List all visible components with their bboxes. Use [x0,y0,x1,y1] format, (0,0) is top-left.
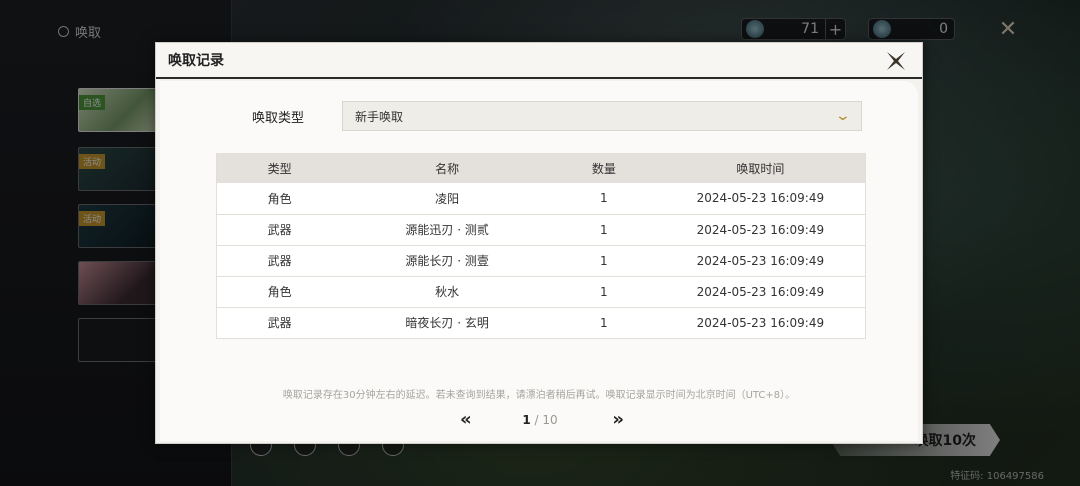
cell-name: 源能长刃 · 测壹 [342,245,552,277]
convene-history-dialog: 唤取记录 唤取类型 新手唤取 ⌄ 类型 名称 数量 唤取时间 角色 凌阳 1 2… [155,42,923,444]
page-indicator: 1 / 10 [522,413,557,427]
table-row: 武器 源能长刃 · 测壹 1 2024-05-23 16:09:49 [216,245,866,277]
column-header-time: 唤取时间 [655,153,866,183]
table-row: 角色 凌阳 1 2024-05-23 16:09:49 [216,183,866,215]
cell-time: 2024-05-23 16:09:49 [655,276,866,308]
cell-time: 2024-05-23 16:09:49 [655,245,866,277]
cell-type: 武器 [216,214,343,246]
cell-quantity: 1 [551,245,656,277]
table-row: 角色 秋水 1 2024-05-23 16:09:49 [216,276,866,308]
total-pages: 10 [542,412,558,427]
column-header-name: 名称 [342,153,552,183]
cell-name: 源能迅刃 · 测贰 [342,214,552,246]
dialog-title: 唤取记录 [168,53,224,69]
page-separator: / [530,412,543,427]
cell-name: 秋水 [342,276,552,308]
dialog-header: 唤取记录 [156,43,922,79]
current-page: 1 [522,412,531,427]
cell-time: 2024-05-23 16:09:49 [655,307,866,339]
select-value: 新手唤取 [355,109,404,124]
table-header-row: 类型 名称 数量 唤取时间 [216,153,866,183]
pagination: « 1 / 10 » [460,409,624,430]
convene-type-select[interactable]: 新手唤取 ⌄ [342,101,862,131]
column-header-quantity: 数量 [551,153,656,183]
filter-label: 唤取类型 [252,110,305,126]
cell-type: 角色 [216,183,343,215]
table-row: 武器 源能迅刃 · 测贰 1 2024-05-23 16:09:49 [216,214,866,246]
cell-name: 凌阳 [342,183,552,215]
cell-type: 角色 [216,276,343,308]
cell-quantity: 1 [551,183,656,215]
column-header-type: 类型 [216,153,343,183]
table-row: 武器 暗夜长刃 · 玄明 1 2024-05-23 16:09:49 [216,307,866,339]
prev-page-button[interactable]: « [460,409,471,430]
cell-type: 武器 [216,245,343,277]
cell-type: 武器 [216,307,343,339]
cell-quantity: 1 [551,214,656,246]
cell-time: 2024-05-23 16:09:49 [655,214,866,246]
cell-quantity: 1 [551,276,656,308]
close-icon[interactable] [884,49,908,73]
delay-notice: 唤取记录存在30分钟左右的延迟。若未查询到结果，请漂泊者稍后再试。唤取记录显示时… [282,390,796,401]
cell-time: 2024-05-23 16:09:49 [655,183,866,215]
filter-row: 唤取类型 新手唤取 ⌄ [252,101,862,131]
cell-name: 暗夜长刃 · 玄明 [342,307,552,339]
convene-records-table: 类型 名称 数量 唤取时间 角色 凌阳 1 2024-05-23 16:09:4… [216,153,866,339]
chevron-down-icon: ⌄ [834,108,852,124]
dialog-body: 唤取类型 新手唤取 ⌄ 类型 名称 数量 唤取时间 角色 凌阳 1 2024-0… [160,81,918,441]
next-page-button[interactable]: » [612,409,623,430]
cell-quantity: 1 [551,307,656,339]
